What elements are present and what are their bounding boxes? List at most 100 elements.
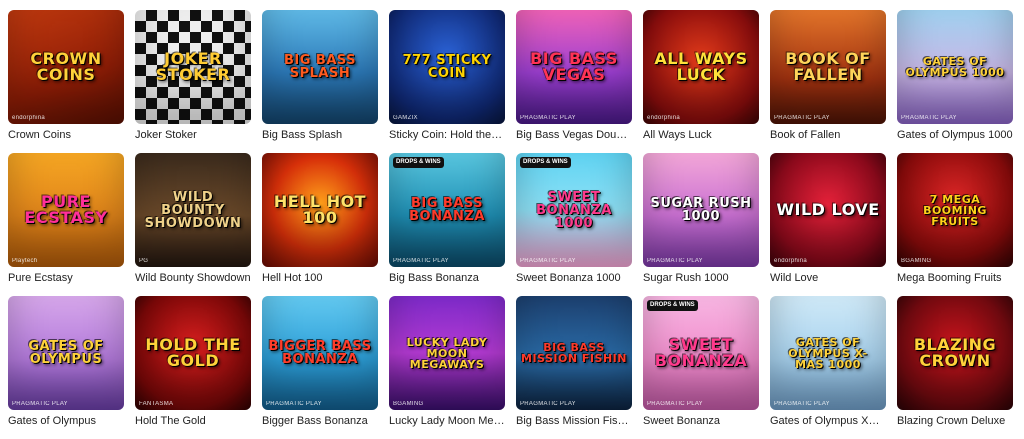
game-thumbnail[interactable]: BLAZING CROWN <box>897 296 1013 410</box>
game-tile[interactable]: GATES OF OLYMPUS 1000 PRAGMATIC PLAY Gates… <box>897 10 1013 153</box>
game-title[interactable]: Wild Love <box>770 272 886 284</box>
game-tile[interactable]: HOLD THE GOLD FANTASMA Hold The Gold <box>135 296 251 439</box>
game-tile[interactable]: GATES OF OLYMPUS X-MAS 1000 PRAGMATIC PLA… <box>770 296 886 439</box>
game-tile[interactable]: BIG BASS BONANZA DROPS & WINS PRAGMATIC PL… <box>389 153 505 296</box>
game-tile[interactable]: BOOK OF FALLEN PRAGMATIC PLAY Book of Fall… <box>770 10 886 153</box>
game-thumbnail[interactable]: WILD LOVE endorphina <box>770 153 886 267</box>
game-title[interactable]: All Ways Luck <box>643 129 759 141</box>
game-tile[interactable]: BLAZING CROWN Blazing Crown Deluxe <box>897 296 1013 439</box>
game-tile[interactable]: HELL HOT 100 Hell Hot 100 <box>262 153 378 296</box>
game-thumbnail[interactable]: WILD BOUNTY SHOWDOWN PG <box>135 153 251 267</box>
game-title[interactable]: Blazing Crown Deluxe <box>897 415 1013 427</box>
game-title[interactable]: Gates of Olympus Xmas 1000 <box>770 415 886 427</box>
game-thumbnail[interactable]: BOOK OF FALLEN PRAGMATIC PLAY <box>770 10 886 124</box>
game-tile[interactable]: BIGGER BASS BONANZA PRAGMATIC PLAY Bigger … <box>262 296 378 439</box>
game-thumbnail[interactable]: BIGGER BASS BONANZA PRAGMATIC PLAY <box>262 296 378 410</box>
game-tile[interactable]: SWEET BONANZA DROPS & WINS PRAGMATIC PLAY S… <box>643 296 759 439</box>
game-tile[interactable]: SWEET BONANZA 1000 DROPS & WINS PRAGMATIC … <box>516 153 632 296</box>
game-logo-art: SWEET BONANZA 1000 <box>536 189 612 231</box>
game-thumbnail[interactable]: 7 MEGA BOOMING FRUITS BGAMING <box>897 153 1013 267</box>
game-title[interactable]: Big Bass Splash <box>262 129 378 141</box>
game-tile[interactable]: SUGAR RUSH 1000 PRAGMATIC PLAY Sugar Rush … <box>643 153 759 296</box>
game-logo-art: BIG BASS BONANZA <box>409 196 485 224</box>
game-thumbnail[interactable]: HOLD THE GOLD FANTASMA <box>135 296 251 410</box>
game-logo-art: SWEET BONANZA <box>654 335 748 370</box>
game-title[interactable]: Gates of Olympus 1000 <box>897 129 1013 141</box>
game-thumbnail[interactable]: JOKER STOKER <box>135 10 251 124</box>
game-title[interactable]: Mega Booming Fruits <box>897 272 1013 284</box>
game-thumbnail[interactable]: SWEET BONANZA DROPS & WINS PRAGMATIC PLAY <box>643 296 759 410</box>
game-tile[interactable]: BIG BASS VEGAS PRAGMATIC PLAY Big Bass Veg… <box>516 10 632 153</box>
game-title[interactable]: Gates of Olympus <box>8 415 124 427</box>
game-thumbnail[interactable]: HELL HOT 100 <box>262 153 378 267</box>
game-logo-art: HELL HOT 100 <box>273 192 367 227</box>
game-tile[interactable]: 7 MEGA BOOMING FRUITS BGAMING Mega Booming… <box>897 153 1013 296</box>
game-tile[interactable]: CROWN COINS endorphina Crown Coins <box>8 10 124 153</box>
game-thumbnail[interactable]: BIG BASS VEGAS PRAGMATIC PLAY <box>516 10 632 124</box>
game-thumbnail[interactable]: 777 STICKY COIN GAMZIX <box>389 10 505 124</box>
game-thumbnail[interactable]: BIG BASS MISSION FISHIN PRAGMATIC PLAY <box>516 296 632 410</box>
game-tile[interactable]: BIG BASS SPLASH Big Bass Splash <box>262 10 378 153</box>
game-tile[interactable]: WILD LOVE endorphina Wild Love <box>770 153 886 296</box>
provider-logo: endorphina <box>774 258 808 264</box>
game-logo-art: ALL WAYS LUCK <box>654 49 748 84</box>
game-title[interactable]: Sweet Bonanza <box>643 415 759 427</box>
provider-logo: PRAGMATIC PLAY <box>266 401 322 407</box>
game-logo-art: GATES OF OLYMPUS 1000 <box>905 55 1005 79</box>
provider-logo: endorphina <box>12 115 46 121</box>
game-logo-art: BIG BASS SPLASH <box>283 53 357 81</box>
game-title[interactable]: Sticky Coin: Hold the Spin <box>389 129 505 141</box>
game-tile[interactable]: LUCKY LADY MOON MEGAWAYS BGAMING Lucky Lad… <box>389 296 505 439</box>
game-logo-art: 7 MEGA BOOMING FRUITS <box>923 192 987 228</box>
provider-logo: PRAGMATIC PLAY <box>774 115 830 121</box>
game-thumbnail[interactable]: SWEET BONANZA 1000 DROPS & WINS PRAGMATIC … <box>516 153 632 267</box>
game-thumbnail[interactable]: GATES OF OLYMPUS X-MAS 1000 PRAGMATIC PLA… <box>770 296 886 410</box>
provider-logo: GAMZIX <box>393 115 418 121</box>
game-title[interactable]: Hell Hot 100 <box>262 272 378 284</box>
game-title[interactable]: Lucky Lady Moon Megaways <box>389 415 505 427</box>
provider-logo: endorphina <box>647 115 681 121</box>
provider-logo: PRAGMATIC PLAY <box>647 401 703 407</box>
provider-logo: PRAGMATIC PLAY <box>520 401 576 407</box>
game-logo-art: LUCKY LADY MOON MEGAWAYS <box>406 335 488 371</box>
game-thumbnail[interactable]: LUCKY LADY MOON MEGAWAYS BGAMING <box>389 296 505 410</box>
provider-logo: PRAGMATIC PLAY <box>12 401 68 407</box>
game-title[interactable]: Big Bass Mission Fishin' <box>516 415 632 427</box>
game-thumbnail[interactable]: CROWN COINS endorphina <box>8 10 124 124</box>
game-thumbnail[interactable]: PURE ECSTASY Playtech <box>8 153 124 267</box>
game-tile[interactable]: WILD BOUNTY SHOWDOWN PG Wild Bounty Showdo… <box>135 153 251 296</box>
game-title[interactable]: Sugar Rush 1000 <box>643 272 759 284</box>
game-logo-art: CROWN COINS <box>30 49 102 84</box>
game-tile[interactable]: PURE ECSTASY Playtech Pure Ecstasy <box>8 153 124 296</box>
game-logo-art: JOKER STOKER <box>155 49 231 84</box>
game-title[interactable]: Big Bass Bonanza <box>389 272 505 284</box>
game-thumbnail[interactable]: BIG BASS BONANZA DROPS & WINS PRAGMATIC PL… <box>389 153 505 267</box>
game-title[interactable]: Pure Ecstasy <box>8 272 124 284</box>
game-logo-art: GATES OF OLYMPUS X-MAS 1000 <box>788 335 868 371</box>
game-title[interactable]: Crown Coins <box>8 129 124 141</box>
game-thumbnail[interactable]: SUGAR RUSH 1000 PRAGMATIC PLAY <box>643 153 759 267</box>
provider-logo: PRAGMATIC PLAY <box>520 115 576 121</box>
game-logo-art: WILD BOUNTY SHOWDOWN <box>144 189 242 231</box>
game-title[interactable]: Joker Stoker <box>135 129 251 141</box>
game-logo-art: BOOK OF FALLEN <box>785 49 871 84</box>
game-title[interactable]: Bigger Bass Bonanza <box>262 415 378 427</box>
provider-logo: PRAGMATIC PLAY <box>901 115 957 121</box>
game-title[interactable]: Big Bass Vegas Double Down Deluxe <box>516 129 632 141</box>
drops-wins-badge: DROPS & WINS <box>393 157 444 168</box>
game-thumbnail[interactable]: GATES OF OLYMPUS 1000 PRAGMATIC PLAY <box>897 10 1013 124</box>
provider-logo: Playtech <box>12 258 38 264</box>
game-tile[interactable]: ALL WAYS LUCK endorphina All Ways Luck <box>643 10 759 153</box>
game-title[interactable]: Hold The Gold <box>135 415 251 427</box>
game-title[interactable]: Sweet Bonanza 1000 <box>516 272 632 284</box>
game-title[interactable]: Book of Fallen <box>770 129 886 141</box>
game-tile[interactable]: BIG BASS MISSION FISHIN PRAGMATIC PLAY Big… <box>516 296 632 439</box>
game-thumbnail[interactable]: BIG BASS SPLASH <box>262 10 378 124</box>
provider-logo: BGAMING <box>393 401 424 407</box>
game-tile[interactable]: 777 STICKY COIN GAMZIX Sticky Coin: Hold t… <box>389 10 505 153</box>
game-thumbnail[interactable]: ALL WAYS LUCK endorphina <box>643 10 759 124</box>
game-tile[interactable]: JOKER STOKER Joker Stoker <box>135 10 251 153</box>
game-thumbnail[interactable]: GATES OF OLYMPUS PRAGMATIC PLAY <box>8 296 124 410</box>
game-tile[interactable]: GATES OF OLYMPUS PRAGMATIC PLAY Gates of O… <box>8 296 124 439</box>
game-title[interactable]: Wild Bounty Showdown <box>135 272 251 284</box>
